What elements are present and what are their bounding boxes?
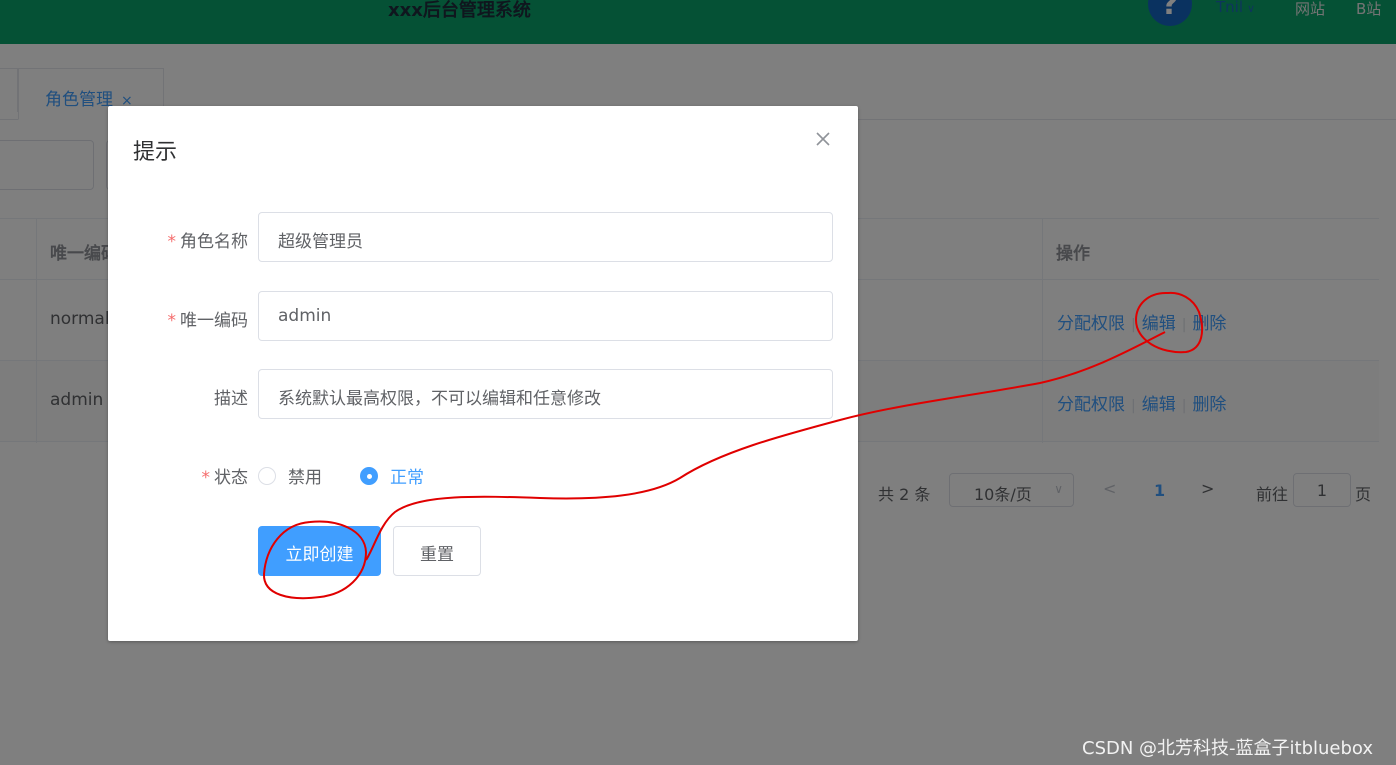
status-radio-normal[interactable]: 正常 — [360, 463, 424, 488]
required-mark: * — [167, 232, 177, 252]
description-label: 描述 — [214, 389, 248, 409]
radio-label: 禁用 — [288, 468, 322, 488]
radio-circle — [258, 466, 276, 485]
submit-button[interactable]: 立即创建 — [258, 526, 381, 576]
role-name-input[interactable]: 超级管理员 — [258, 212, 833, 262]
dialog-title: 提示 — [133, 140, 178, 165]
radio-label: 正常 — [390, 468, 424, 488]
code-label: * 唯一编码 — [167, 311, 249, 331]
role-name-label: * 角色名称 — [167, 232, 249, 252]
status-radio-disabled[interactable]: 禁用 — [258, 463, 322, 488]
close-icon[interactable] — [814, 130, 832, 148]
required-mark: * — [201, 468, 211, 488]
role-dialog: 提示 * 角色名称 超级管理员 * 唯一编码 admin 描述 系统默认最高权限，不… — [108, 106, 858, 641]
reset-button[interactable]: 重置 — [393, 526, 481, 576]
watermark: CSDN @北芳科技-蓝盒子itbluebox — [1082, 738, 1374, 759]
status-label: * 状态 — [201, 468, 249, 488]
description-input[interactable]: 系统默认最高权限，不可以编辑和任意修改 — [258, 369, 833, 419]
required-mark: * — [167, 311, 177, 331]
code-input[interactable]: admin — [258, 291, 833, 341]
radio-circle-checked — [360, 466, 378, 485]
